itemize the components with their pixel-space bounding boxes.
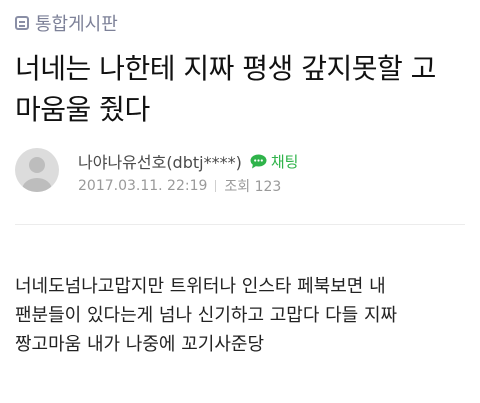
post-title-line: 너네는 나한테 지짜 평생 갚지못할 고 [15, 52, 436, 85]
list-icon [15, 16, 29, 30]
post-body-line: 팬분들이 있다는게 넘나 신기하고 고맙다 다들 지짜 [15, 305, 398, 326]
board-breadcrumb[interactable]: 통합게시판 [15, 10, 118, 36]
post-meta: 2017.03.11. 22:19 조회 123 [78, 176, 281, 196]
divider [15, 224, 465, 225]
chat-button[interactable]: 채팅 [250, 151, 299, 172]
post-date: 2017.03.11. 22:19 [78, 178, 208, 194]
chat-label: 채팅 [270, 152, 299, 171]
avatar[interactable] [15, 148, 59, 192]
post-title-line: 마움울 줬다 [15, 93, 150, 126]
user-silhouette-icon [22, 157, 52, 192]
board-label: 통합게시판 [35, 14, 118, 35]
post-body: 너네도넘나고맙지만 트위터나 인스타 페북보면 내 팬분들이 있다는게 넘나 신… [15, 272, 470, 359]
meta-divider [215, 180, 217, 192]
author-name[interactable]: 나야나유선호(dbtj****) [78, 149, 242, 173]
post-body-line: 짱고마움 내가 나중에 꼬기사준당 [15, 334, 265, 355]
post-body-line: 너네도넘나고맙지만 트위터나 인스타 페북보면 내 [15, 276, 386, 297]
post-title: 너네는 나한테 지짜 평생 갚지못할 고 마움울 줬다 [15, 48, 470, 130]
author-row: 나야나유선호(dbtj****) 채팅 [78, 149, 298, 173]
chat-bubble-icon [250, 154, 267, 168]
view-count: 조회 123 [224, 179, 282, 195]
